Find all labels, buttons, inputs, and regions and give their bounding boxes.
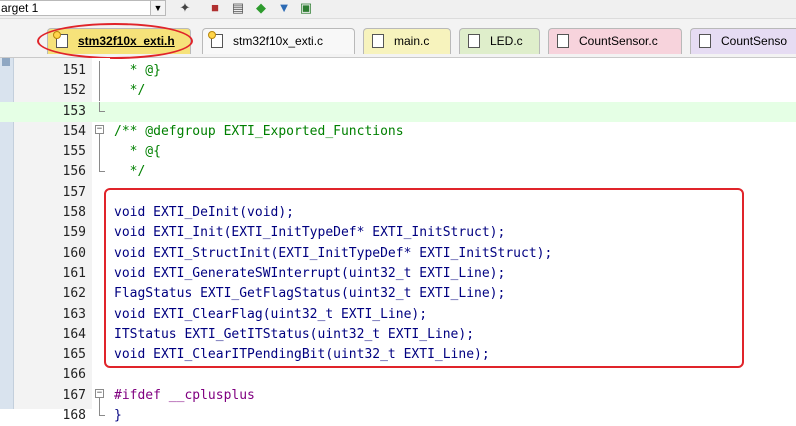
tab-label: CountSenso [721, 34, 788, 48]
fold-guide [99, 133, 100, 142]
key-file-icon [208, 31, 223, 48]
tab-label: CountSensor.c [579, 34, 658, 48]
options-icon[interactable]: ▼ [276, 0, 292, 16]
code-text: * @} [114, 63, 161, 78]
code-text: */ [114, 83, 146, 99]
tab-label: stm32f10x_exti.c [233, 34, 324, 48]
line-number: 163 [62, 306, 86, 322]
diamond-icon[interactable]: ◆ [253, 0, 269, 16]
code-text: * @{ [114, 144, 161, 160]
load-icon[interactable]: ■ [207, 0, 223, 16]
target-select-label: arget 1 [1, 1, 39, 15]
fold-guide [99, 61, 100, 81]
tab-countsensor-c[interactable]: CountSensor.c [548, 28, 682, 54]
code-line: 151 * @} [0, 61, 796, 81]
line-number: 167 [62, 387, 86, 403]
toolbar: arget 1 ▼ ✦ ■ ▤ ◆ ▼ ▣ [0, 0, 796, 19]
line-number: 152 [62, 83, 86, 99]
file-icon [557, 34, 569, 48]
line-number: 155 [62, 144, 86, 160]
code-line: 152 */ [0, 81, 796, 102]
code-line: 155 * @{ [0, 142, 796, 163]
fold-guide [99, 142, 100, 163]
annotation-box [104, 188, 744, 368]
line-number: 157 [62, 184, 86, 200]
dropdown-arrow-icon[interactable]: ▼ [150, 1, 165, 15]
line-number: 158 [62, 205, 86, 221]
fold-guide [99, 81, 100, 102]
file-icon [468, 34, 480, 48]
code-line: 156 */ [0, 162, 796, 182]
fold-collapse-icon[interactable]: − [95, 388, 104, 398]
code-text: #ifdef __cplusplus [114, 387, 255, 403]
multi-project-icon[interactable]: ▣ [298, 0, 314, 16]
fold-end-marker [99, 110, 105, 112]
code-line: 166 [0, 365, 796, 385]
line-number: 153 [62, 103, 86, 119]
code-line-current: 153 [0, 101, 796, 122]
magic-wand-icon[interactable]: ✦ [177, 0, 193, 16]
line-number: 161 [62, 265, 86, 281]
code-text: } [114, 408, 122, 424]
code-line: 168 } [0, 406, 796, 426]
line-number: 154 [62, 123, 86, 139]
target-select[interactable]: arget 1 ▼ [0, 0, 166, 16]
file-icon [372, 34, 384, 48]
line-number: 164 [62, 326, 86, 342]
tab-led-c[interactable]: LED.c [459, 28, 540, 54]
tab-label: LED.c [490, 34, 523, 48]
annotation-circle [37, 23, 193, 59]
line-number: 159 [62, 225, 86, 241]
line-number: 166 [62, 367, 86, 383]
code-text: */ [114, 164, 146, 180]
manage-icon[interactable]: ▤ [230, 0, 246, 16]
tab-label: main.c [394, 34, 430, 48]
line-number: 160 [62, 245, 86, 261]
fold-end-marker [99, 171, 105, 173]
tab-countsensor-h[interactable]: CountSenso [690, 28, 796, 54]
line-number: 162 [62, 286, 86, 302]
code-text: /** @defgroup EXTI_Exported_Functions [114, 123, 404, 139]
file-icon [699, 34, 711, 48]
code-line: 167 − #ifdef __cplusplus [0, 386, 796, 406]
line-number: 151 [62, 63, 86, 78]
fold-collapse-icon[interactable]: − [95, 124, 104, 134]
fold-guide [99, 397, 100, 406]
tab-stm32f10x-exti-c[interactable]: stm32f10x_exti.c [202, 28, 355, 54]
line-number: 168 [62, 408, 86, 424]
code-line: 154 − /** @defgroup EXTI_Exported_Functi… [0, 122, 796, 142]
fold-end-marker [99, 415, 105, 417]
line-number: 165 [62, 347, 86, 363]
line-number: 156 [62, 164, 86, 180]
tab-main-c[interactable]: main.c [363, 28, 451, 54]
